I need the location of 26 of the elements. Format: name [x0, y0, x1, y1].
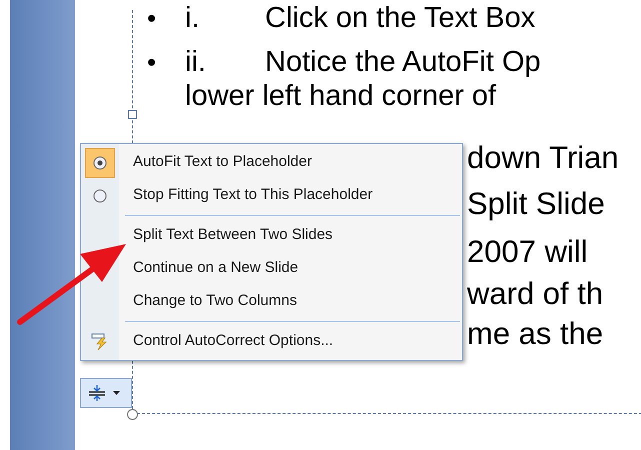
bullet: • — [147, 2, 158, 34]
lightning-icon — [91, 332, 109, 350]
slide-text: Click on the Text Box — [265, 2, 536, 34]
menu-item[interactable]: Control AutoCorrect Options... — [81, 325, 462, 358]
list-number: ii. — [185, 46, 207, 78]
slide-text: Split Slide — [467, 186, 606, 223]
slide-text: lower left hand corner of — [184, 80, 498, 112]
autofit-icon — [87, 383, 107, 403]
autofit-options-button[interactable] — [80, 378, 132, 408]
menu-item[interactable]: Stop Fitting Text to This Placeholder — [81, 179, 462, 212]
slide-text: me as the — [467, 316, 604, 353]
resize-handle[interactable] — [128, 110, 137, 119]
bullet: • — [147, 46, 158, 78]
list-number: i. — [185, 2, 200, 34]
menu-item[interactable]: Split Text Between Two Slides — [81, 219, 462, 252]
menu-item[interactable]: Change to Two Columns — [81, 285, 462, 318]
menu-item[interactable]: AutoFit Text to Placeholder — [81, 146, 462, 179]
radio-icon — [93, 156, 107, 170]
slide-text: 2007 will — [467, 234, 589, 271]
radio-button[interactable] — [85, 148, 115, 178]
slide-text: Notice the AutoFit Op — [265, 46, 541, 78]
menu-item[interactable]: Continue on a New Slide — [81, 252, 462, 285]
rotate-handle[interactable] — [127, 409, 138, 420]
slide-text: ward of th — [467, 276, 604, 313]
caret-icon — [113, 391, 120, 395]
slide-text: down Trian — [467, 140, 619, 177]
